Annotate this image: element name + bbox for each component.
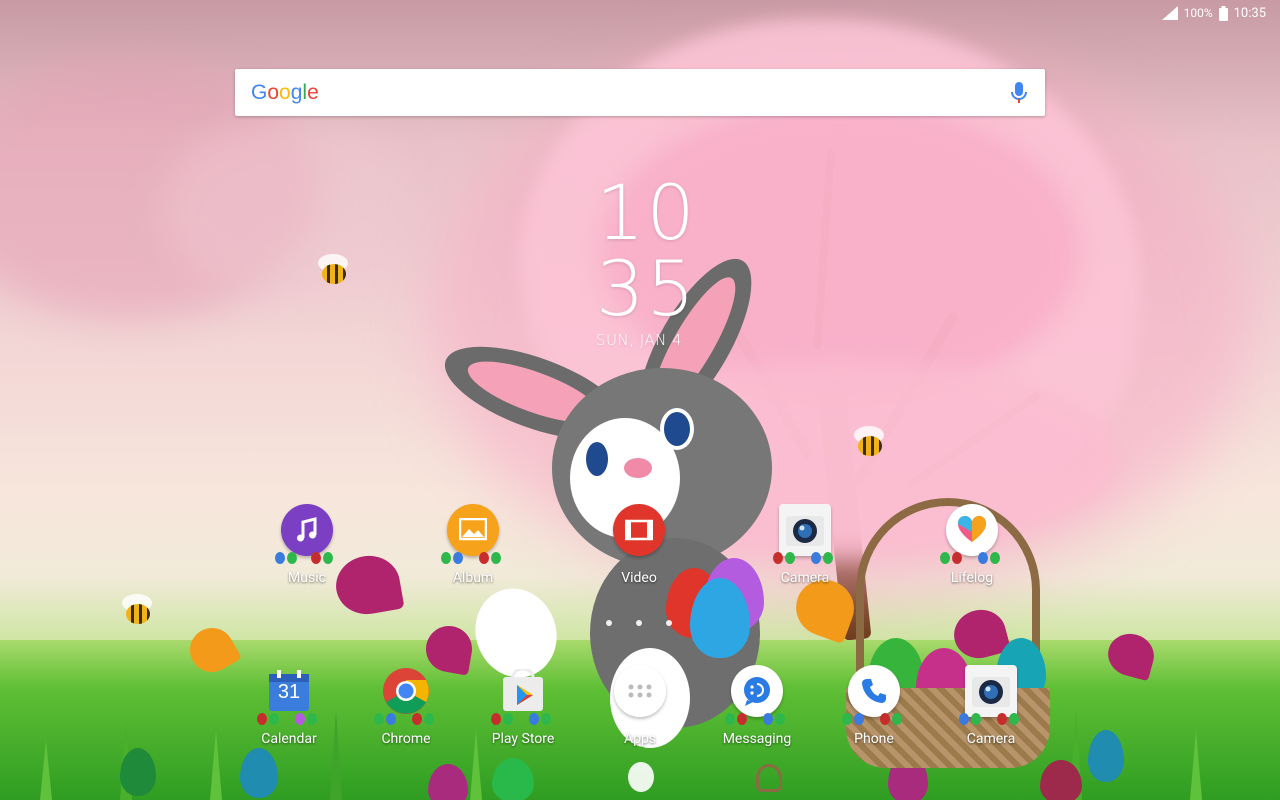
video-icon: [613, 504, 665, 556]
app-camera-dock[interactable]: Camera: [941, 665, 1041, 747]
clock-widget[interactable]: 10 35 SUN, JAN 4: [596, 168, 697, 350]
clock-hour: 10: [596, 168, 697, 257]
app-phone[interactable]: Phone: [824, 665, 924, 747]
background-blur: [160, 120, 420, 300]
status-bar: 100% 10:35: [1161, 0, 1280, 26]
app-label: Camera: [966, 731, 1016, 747]
play-store-icon: [491, 665, 551, 725]
app-lifelog[interactable]: Lifelog: [922, 504, 1022, 586]
app-label: Play Store: [491, 731, 555, 747]
basket-decoration-icon: [756, 764, 782, 792]
page-indicator: [606, 620, 676, 626]
app-label: Camera: [780, 570, 830, 586]
battery-percentage: 100%: [1183, 6, 1213, 20]
messaging-icon: [725, 665, 785, 725]
app-label: Calendar: [261, 731, 317, 747]
signal-icon: [1161, 6, 1178, 20]
chrome-icon: [374, 665, 434, 725]
camera-icon: [959, 665, 1019, 725]
app-drawer-button[interactable]: Apps: [590, 665, 690, 747]
app-label: Video: [621, 570, 657, 586]
app-album[interactable]: Album: [423, 504, 523, 586]
app-label: Messaging: [722, 731, 792, 747]
album-icon: [441, 504, 501, 564]
calendar-icon: 31: [257, 665, 317, 725]
phone-icon: [842, 665, 902, 725]
app-chrome[interactable]: Chrome: [356, 665, 456, 747]
lifelog-icon: [940, 504, 1000, 564]
apps-grid-icon: [614, 665, 666, 717]
google-logo: Google: [251, 80, 319, 104]
microphone-icon[interactable]: [1009, 81, 1029, 105]
bee: [852, 426, 886, 456]
bunny-decoration-icon: [628, 762, 654, 792]
app-label: Music: [288, 570, 326, 586]
calendar-date: 31: [277, 681, 301, 703]
bee: [316, 254, 350, 284]
app-video[interactable]: Video: [589, 504, 689, 586]
app-label: Album: [452, 570, 494, 586]
app-calendar[interactable]: 31 Calendar: [239, 665, 339, 747]
app-messaging[interactable]: Messaging: [707, 665, 807, 747]
battery-icon: [1218, 5, 1228, 21]
clock-minute: 35: [596, 244, 697, 333]
clock-date: SUN, JAN 4: [596, 331, 683, 349]
app-label: Phone: [854, 731, 894, 747]
app-label: Chrome: [381, 731, 431, 747]
app-label: Apps: [623, 731, 657, 747]
app-play-store[interactable]: Play Store: [473, 665, 573, 747]
status-time: 10:35: [1233, 5, 1266, 21]
google-search-bar[interactable]: Google: [235, 69, 1045, 116]
app-music[interactable]: Music: [257, 504, 357, 586]
app-camera[interactable]: Camera: [755, 504, 855, 586]
app-label: Lifelog: [950, 570, 994, 586]
music-icon: [275, 504, 333, 564]
camera-icon: [773, 504, 833, 564]
bee: [120, 594, 154, 624]
